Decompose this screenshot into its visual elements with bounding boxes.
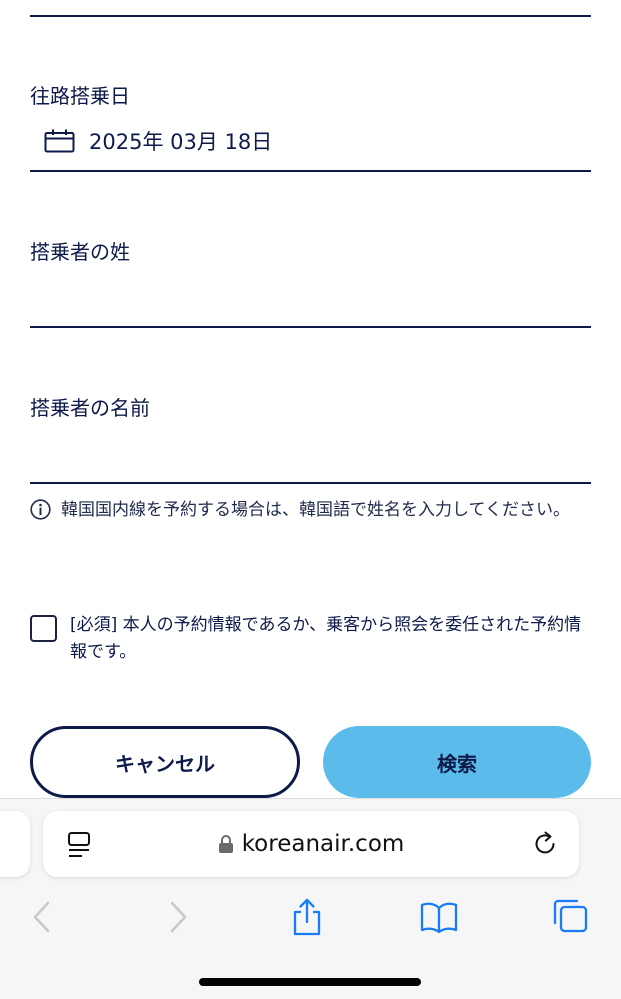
first-name-underline: [30, 482, 591, 484]
outbound-date-picker[interactable]: 2025年 03月 18日: [44, 126, 272, 156]
lock-icon: [218, 835, 233, 853]
last-name-label: 搭乗者の姓: [30, 240, 130, 264]
last-name-underline: [30, 326, 591, 328]
tabs-icon[interactable]: [551, 897, 591, 937]
outbound-date-underline: [30, 170, 591, 172]
share-icon[interactable]: [287, 897, 327, 937]
cancel-button[interactable]: キャンセル: [30, 726, 300, 798]
notice-text: 韓国国内線を予約する場合は、韓国語で姓名を入力してください。: [61, 500, 570, 520]
calendar-icon: [44, 129, 75, 153]
back-icon[interactable]: [22, 897, 62, 937]
agreement-text[interactable]: [必須] 本人の予約情報であるか、乗客から照会を委任された予約情報です。: [70, 612, 590, 666]
forward-icon[interactable]: [158, 897, 198, 937]
address-bar[interactable]: koreanair.com: [43, 811, 579, 877]
first-name-label: 搭乗者の名前: [30, 396, 150, 420]
url-display[interactable]: koreanair.com: [43, 811, 579, 877]
agreement-checkbox[interactable]: [30, 615, 57, 642]
outbound-date-value: 2025年 03月 18日: [89, 130, 273, 154]
bookmarks-icon[interactable]: [419, 897, 459, 937]
browser-toolbar: koreanair.com: [0, 798, 621, 999]
previous-tab-preview[interactable]: [0, 811, 30, 877]
search-button[interactable]: 検索: [323, 726, 591, 798]
home-indicator: [199, 978, 421, 986]
outbound-date-label: 往路搭乗日: [30, 84, 130, 108]
url-text: koreanair.com: [241, 831, 405, 857]
reload-icon[interactable]: [531, 830, 559, 858]
info-icon: [30, 499, 51, 520]
previous-field-underline: [30, 15, 591, 17]
